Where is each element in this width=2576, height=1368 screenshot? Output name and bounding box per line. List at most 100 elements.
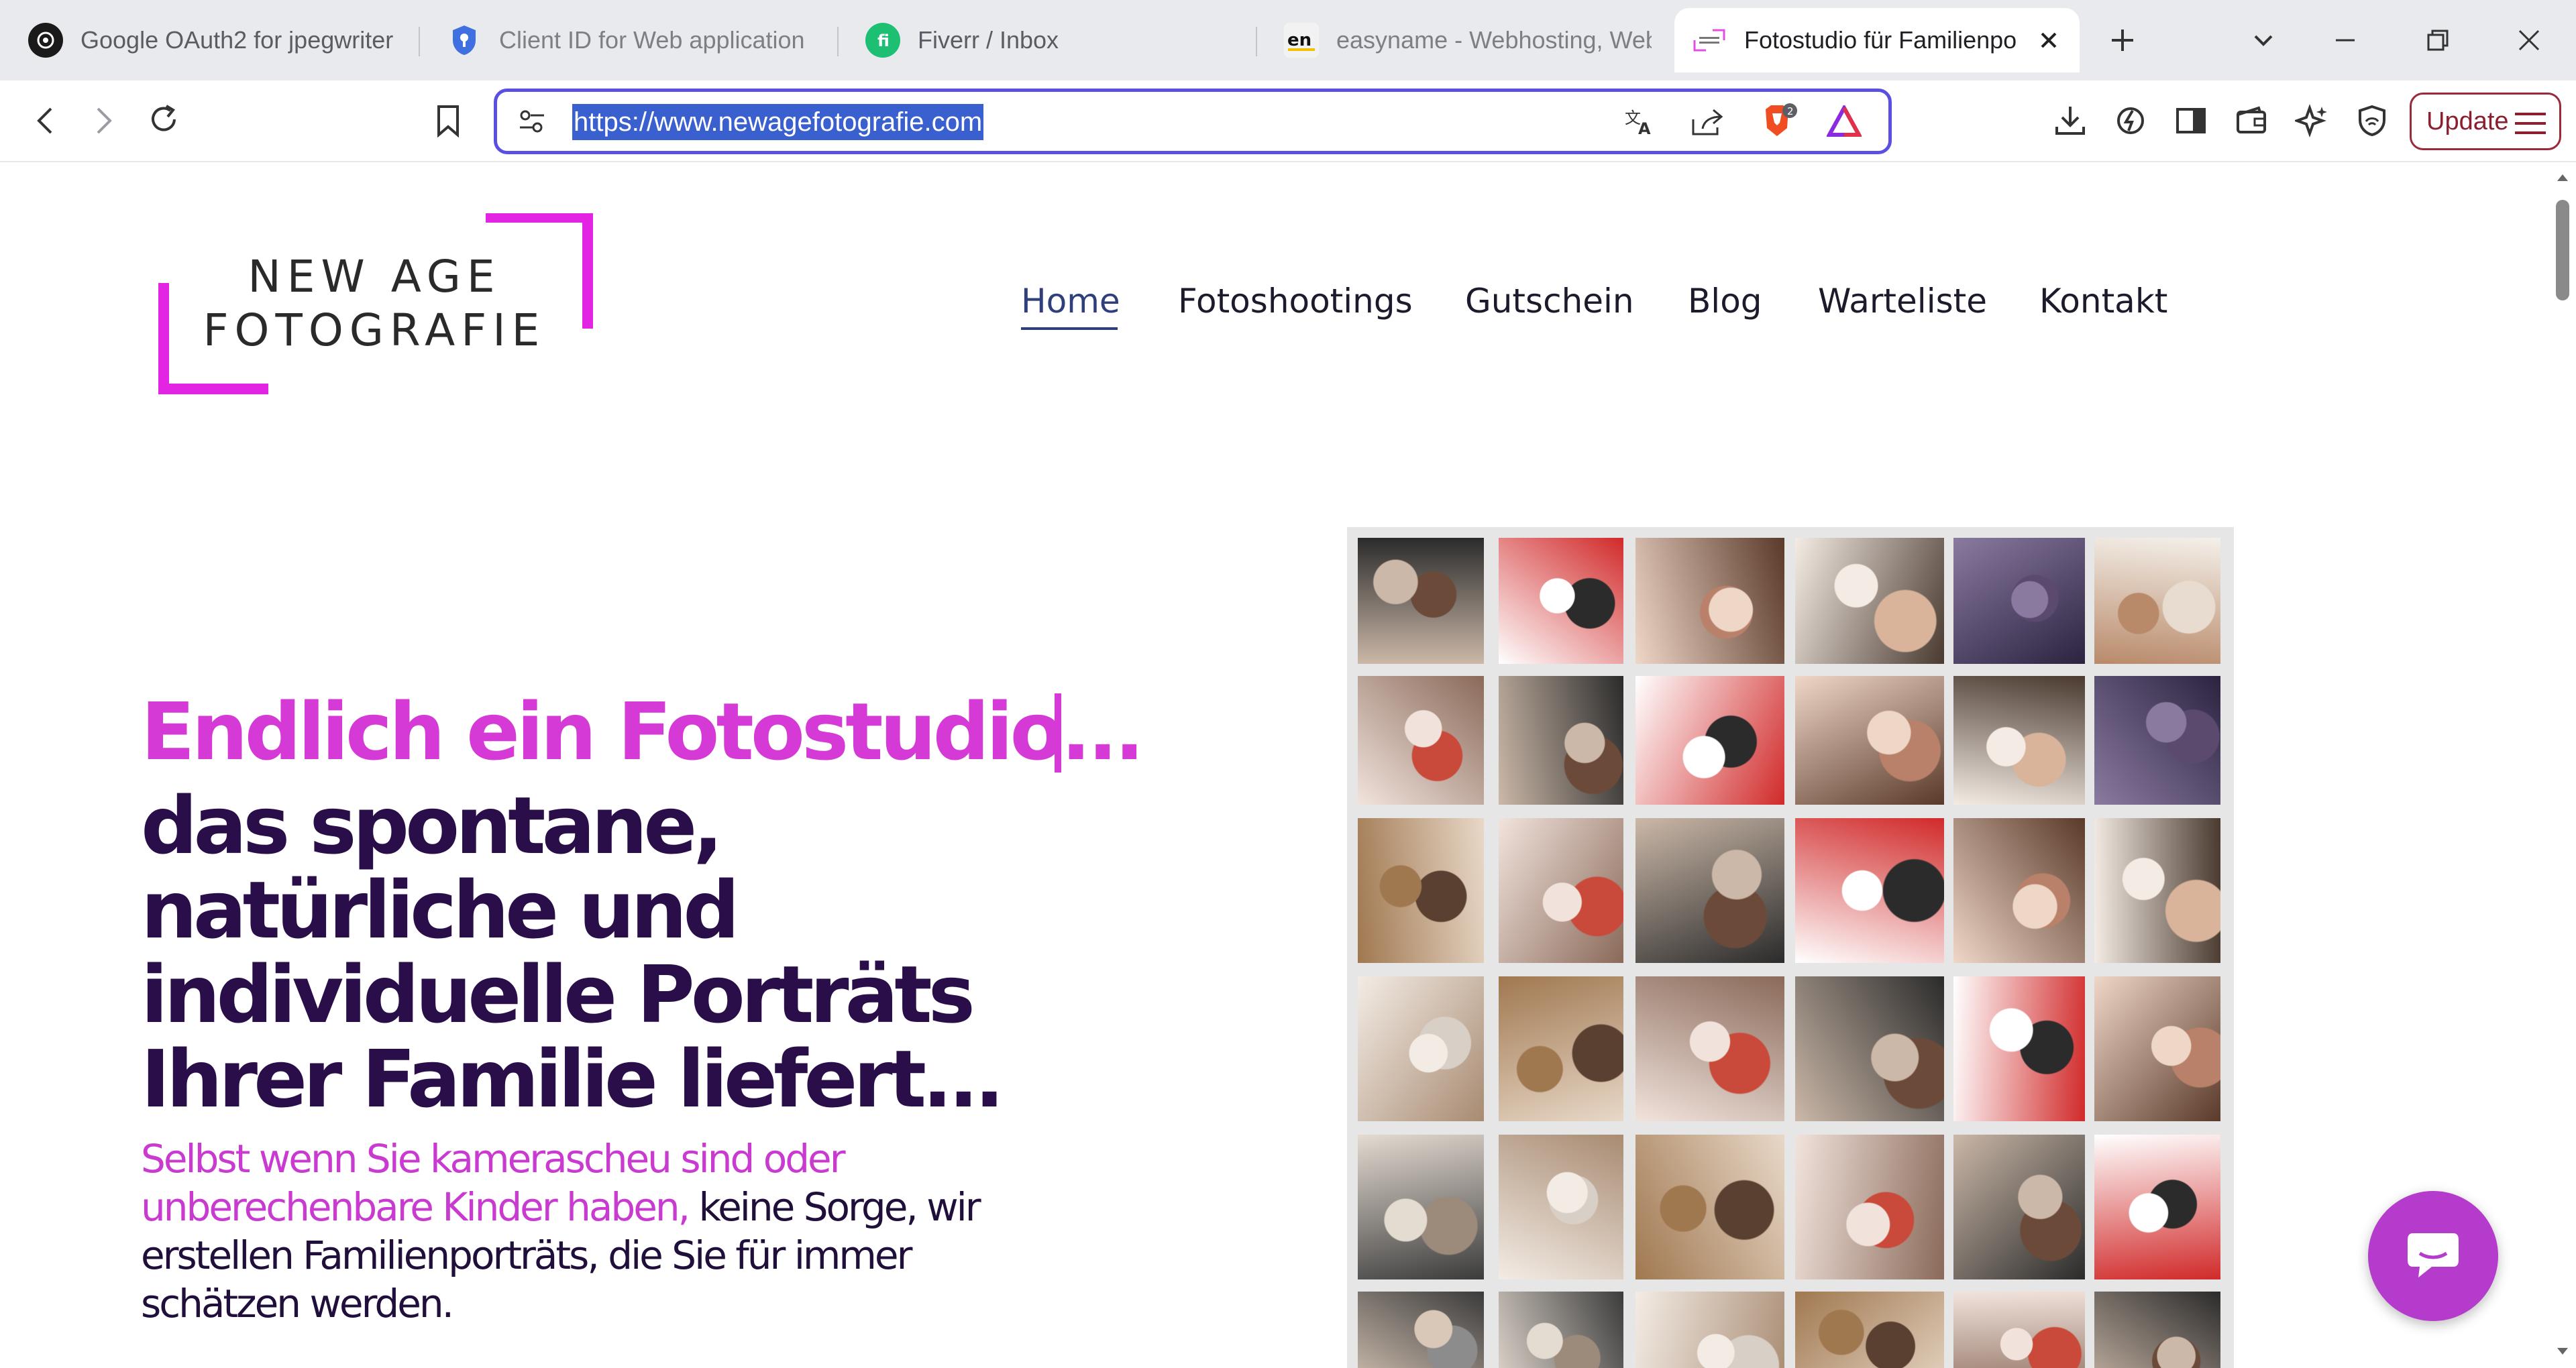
scroll-down-icon[interactable] xyxy=(2549,1341,2576,1361)
openai-icon xyxy=(28,23,63,58)
chat-bubble-icon xyxy=(2408,1233,2459,1277)
collage-photo xyxy=(1953,818,2085,963)
brave-rewards-icon[interactable] xyxy=(1823,100,1866,143)
subtext-dark-2: keine Sorge, wir xyxy=(688,1184,981,1230)
address-bar[interactable]: https://www.newagefotografie.com 文A 2 xyxy=(494,89,1892,154)
share-icon[interactable] xyxy=(1686,100,1729,143)
collage-photo xyxy=(1795,676,1944,805)
photo-collage[interactable] xyxy=(1347,527,2234,1368)
web-page: NEW AGE FOTOGRAFIE Home Fotoshootings Gu… xyxy=(0,162,2576,1368)
translate-icon[interactable]: 文A xyxy=(1619,100,1662,143)
tab-title: Client ID for Web application xyxy=(499,26,805,54)
nav-blog[interactable]: Blog xyxy=(1688,282,1762,321)
tab-title: Google OAuth2 for jpegwriter xyxy=(80,26,394,54)
brave-badge-count: 2 xyxy=(1787,105,1794,117)
tab-title: Fotostudio für Familienpo xyxy=(1744,26,2017,54)
nav-fotoshootings[interactable]: Fotoshootings xyxy=(1178,282,1413,321)
sidebar-icon[interactable] xyxy=(2169,99,2212,142)
tab-title: Fiverr / Inbox xyxy=(918,26,1059,54)
collage-photo xyxy=(1635,1292,1784,1368)
collage-photo xyxy=(1795,538,1944,664)
bookmark-icon[interactable] xyxy=(427,99,470,142)
tab-title: easyname - Webhosting, Web xyxy=(1336,26,1652,54)
subtext-pink-2: unberechenbare Kinder haben, xyxy=(141,1184,690,1230)
collage-photo xyxy=(1358,1135,1484,1279)
tab-easyname[interactable]: en easyname - Webhosting, Web xyxy=(1267,8,1669,72)
tab-newage-active[interactable]: Fotostudio für Familienpo xyxy=(1674,8,2080,72)
url-text[interactable]: https://www.newagefotografie.com xyxy=(572,104,984,140)
site-settings-icon[interactable] xyxy=(511,100,553,143)
collage-photo xyxy=(2094,976,2220,1121)
collage-photo xyxy=(1635,676,1784,805)
back-icon[interactable] xyxy=(24,99,67,142)
tab-client-id[interactable]: Client ID for Web application xyxy=(429,8,832,72)
collage-photo xyxy=(1635,538,1784,664)
site-logo[interactable]: NEW AGE FOTOGRAFIE xyxy=(154,213,597,401)
collage-photo xyxy=(1795,1292,1944,1368)
nav-gutschein[interactable]: Gutschein xyxy=(1465,282,1634,321)
tab-google-oauth[interactable]: Google OAuth2 for jpegwriter xyxy=(11,8,413,72)
collage-photo xyxy=(1635,818,1784,963)
tab-divider xyxy=(419,27,420,56)
collage-photo xyxy=(1499,976,1623,1121)
reload-icon[interactable] xyxy=(142,98,185,141)
restore-icon[interactable] xyxy=(2418,20,2458,60)
collage-photo xyxy=(1499,818,1623,963)
close-tab-icon[interactable] xyxy=(2035,27,2062,54)
scroll-thumb[interactable] xyxy=(2556,200,2569,300)
minimize-icon[interactable] xyxy=(2325,20,2365,60)
ai-sparkle-icon[interactable] xyxy=(2290,99,2333,142)
leo-icon[interactable] xyxy=(2109,99,2152,142)
nav-kontakt[interactable]: Kontakt xyxy=(2039,282,2167,321)
wallet-icon[interactable] xyxy=(2230,99,2273,142)
collage-photo xyxy=(1795,1135,1944,1279)
collage-photo xyxy=(1358,1292,1484,1368)
menu-icon xyxy=(2515,113,2546,134)
collage-photo xyxy=(1358,818,1484,963)
nav-home[interactable]: Home xyxy=(1021,282,1120,321)
update-label: Update xyxy=(2426,107,2509,135)
tab-divider xyxy=(837,27,839,56)
collage-photo xyxy=(1358,676,1484,805)
collage-photo xyxy=(1358,976,1484,1121)
scroll-up-icon[interactable] xyxy=(2549,168,2576,188)
collage-photo xyxy=(1635,1135,1784,1279)
collage-photo xyxy=(1795,976,1944,1121)
update-button[interactable]: Update xyxy=(2410,93,2561,150)
tab-divider xyxy=(1256,27,1257,56)
close-window-icon[interactable] xyxy=(2509,20,2549,60)
shield-icon xyxy=(447,23,482,58)
collage-photo xyxy=(1358,538,1484,664)
collage-photo xyxy=(1499,676,1623,805)
collage-photo xyxy=(1499,1135,1623,1279)
tab-search-chevron-icon[interactable] xyxy=(2243,20,2284,60)
collage-photo xyxy=(1953,676,2085,805)
nav-warteliste[interactable]: Warteliste xyxy=(1818,282,1987,321)
subtext-line-3: erstellen Familienporträts, die Sie für … xyxy=(141,1233,912,1278)
newage-icon xyxy=(1692,23,1727,58)
collage-photo xyxy=(1499,538,1623,664)
svg-text:fi: fi xyxy=(877,32,890,50)
collage-photo xyxy=(2094,1292,2220,1368)
new-tab-icon[interactable] xyxy=(2102,20,2143,60)
subtext-line-2: unberechenbare Kinder haben, keine Sorge… xyxy=(141,1184,981,1230)
collage-photo xyxy=(2094,538,2220,664)
collage-photo xyxy=(1953,1135,2085,1279)
forward-icon[interactable] xyxy=(82,99,125,142)
logo-line-1: NEW AGE xyxy=(248,251,501,302)
collage-photo xyxy=(1635,976,1784,1121)
page-scrollbar[interactable] xyxy=(2549,162,2576,1368)
chat-widget-button[interactable] xyxy=(2368,1191,2498,1321)
subtext-line-4: schätzen werden. xyxy=(141,1281,454,1326)
collage-photo xyxy=(1953,538,2085,664)
brave-shields-icon[interactable]: 2 xyxy=(1758,100,1801,143)
svg-text:en: en xyxy=(1287,30,1311,50)
subtext-pink-1: Selbst wenn Sie kamerascheu sind oder xyxy=(141,1136,846,1182)
downloads-icon[interactable] xyxy=(2049,99,2092,142)
tab-fiverr[interactable]: fi Fiverr / Inbox xyxy=(848,8,1250,72)
collage-photo xyxy=(2094,1135,2220,1279)
collage-photo xyxy=(2094,676,2220,805)
vpn-icon[interactable] xyxy=(2351,99,2394,142)
logo-line-2: FOTOGRAFIE xyxy=(203,304,546,356)
fiverr-icon: fi xyxy=(865,23,900,58)
